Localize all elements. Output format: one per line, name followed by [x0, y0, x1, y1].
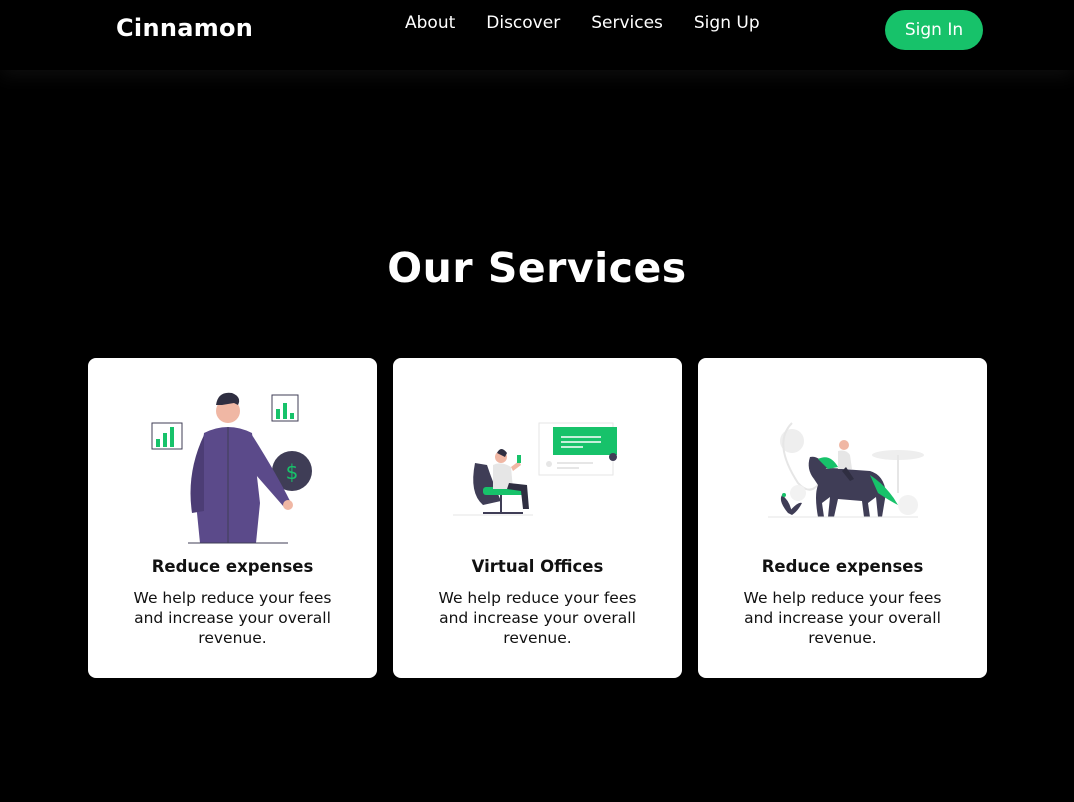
card-description: We help reduce your fees and increase yo… — [743, 589, 942, 647]
sign-in-button[interactable]: Sign In — [885, 10, 983, 50]
nav-signup-link[interactable]: Sign Up — [694, 13, 760, 33]
brand-logo[interactable]: Cinnamon — [116, 14, 253, 42]
main-nav: About Discover Services Sign Up — [405, 13, 791, 33]
nav-services-link[interactable]: Services — [591, 13, 663, 33]
svg-text:$: $ — [285, 460, 298, 484]
card-title: Reduce expenses — [761, 557, 924, 576]
navbar: Cinnamon About Discover Services Sign Up… — [0, 0, 1074, 70]
card-description: We help reduce your fees and increase yo… — [438, 589, 637, 647]
card-title: Virtual Offices — [471, 557, 604, 576]
service-card: Virtual Offices We help reduce your fees… — [393, 358, 682, 678]
card-title: Reduce expenses — [151, 557, 314, 576]
section-title: Our Services — [387, 244, 687, 292]
nav-discover-link[interactable]: Discover — [486, 13, 560, 33]
woman-at-desk-illustration — [393, 383, 682, 548]
card-description: We help reduce your fees and increase yo… — [133, 589, 332, 647]
service-card: $ Reduce expenses We help reduce your fe… — [88, 358, 377, 678]
man-with-charts-illustration: $ — [88, 383, 377, 548]
service-card: Reduce expenses We help reduce your fees… — [698, 358, 987, 678]
nav-about-link[interactable]: About — [405, 13, 455, 33]
horse-rider-illustration — [698, 383, 987, 548]
